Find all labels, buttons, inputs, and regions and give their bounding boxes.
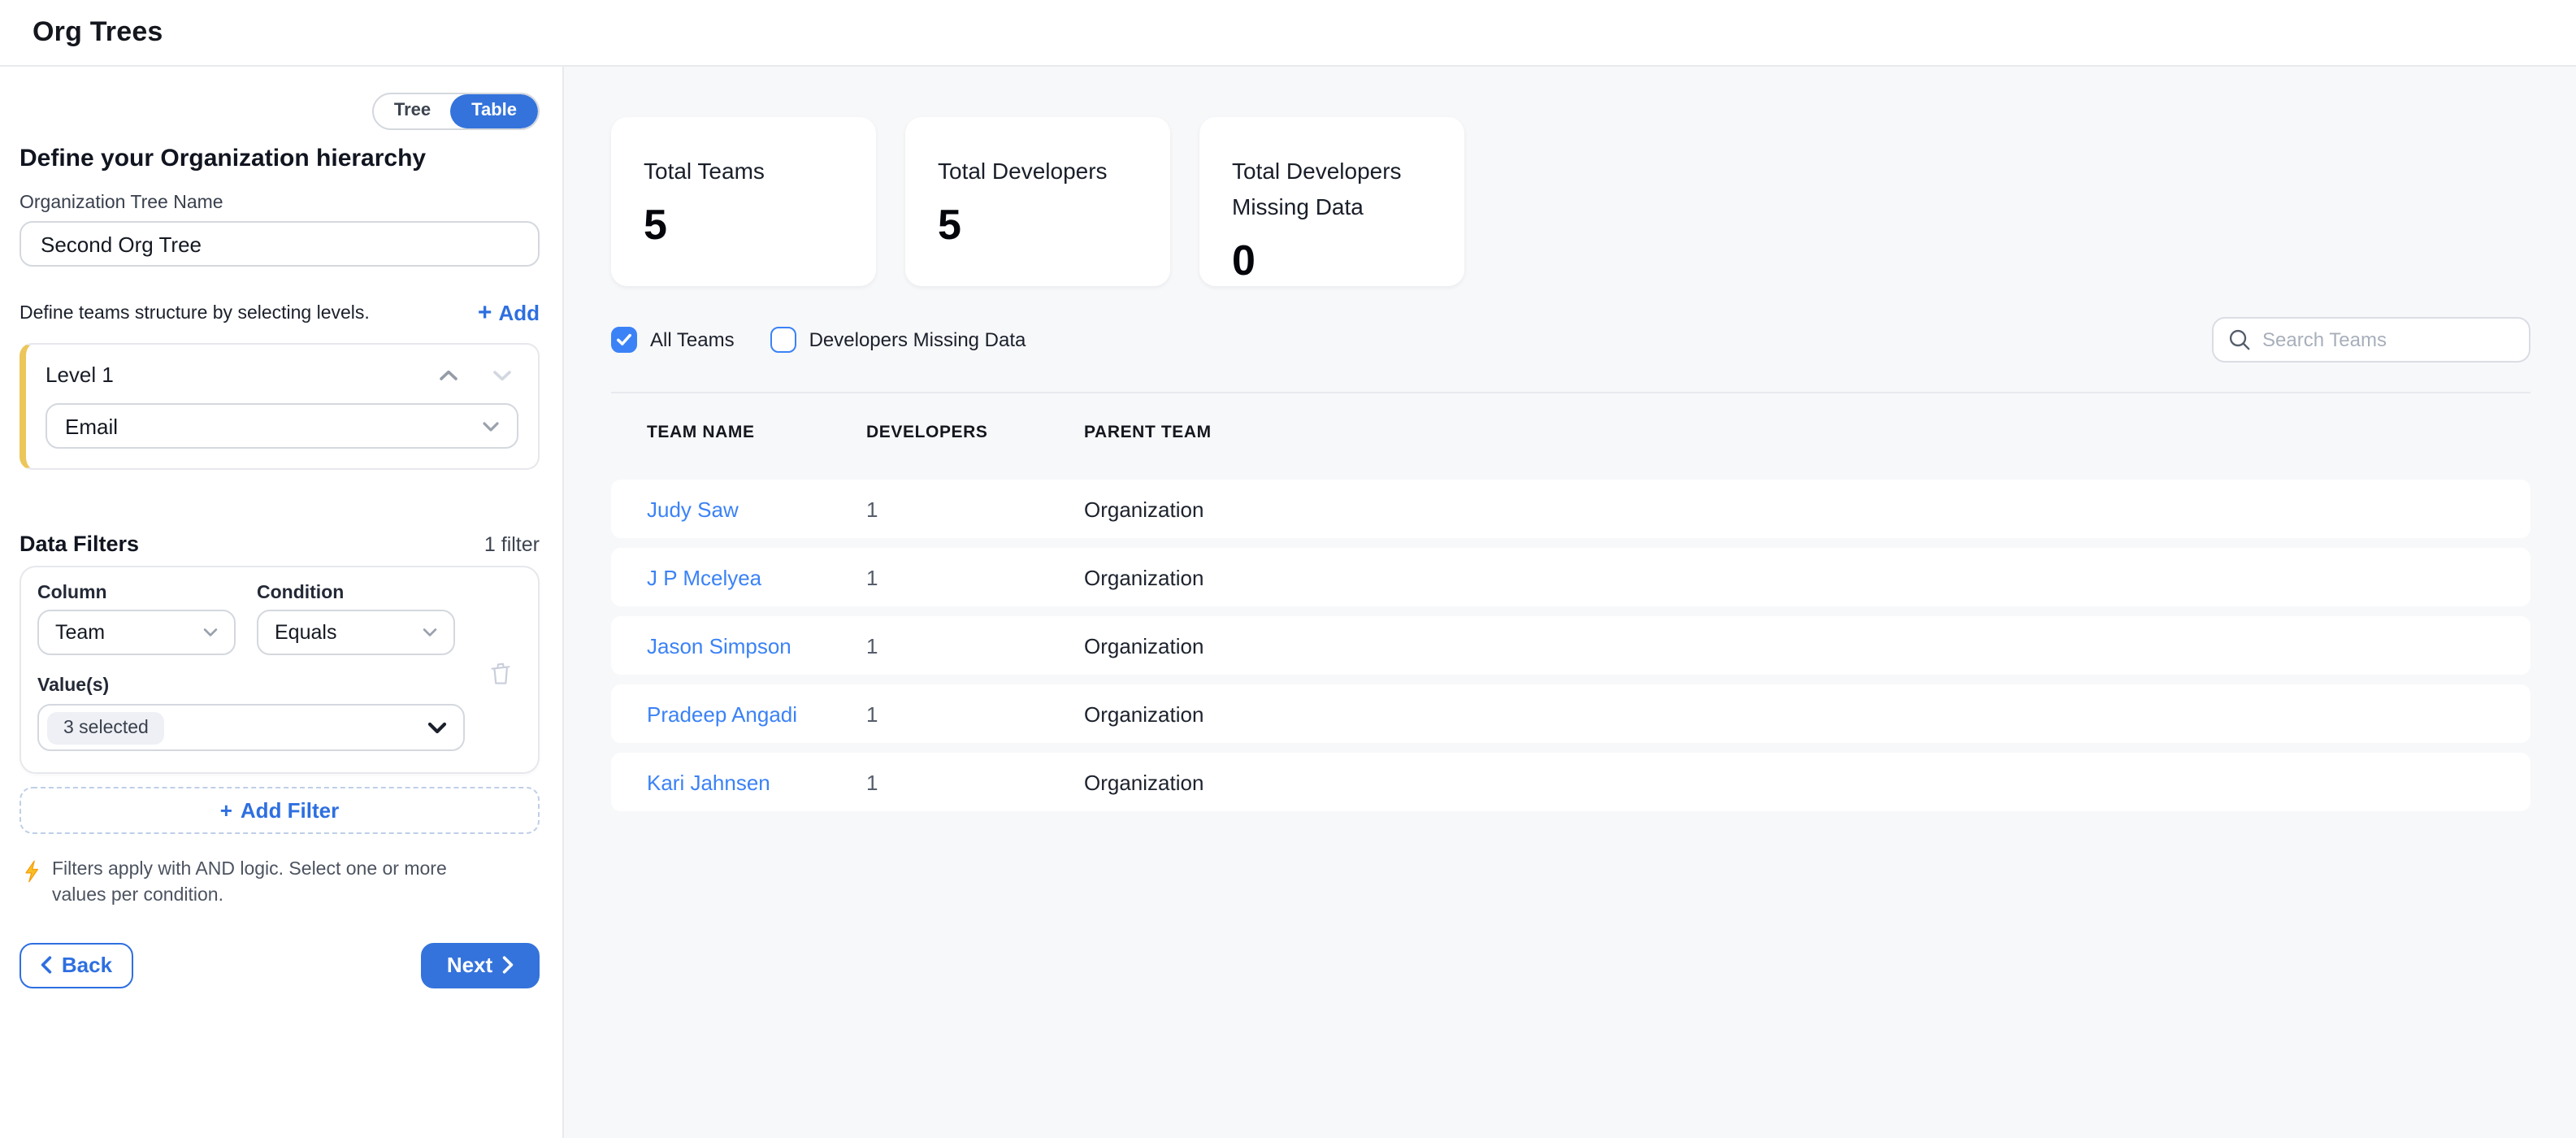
stat-value: 5 xyxy=(938,203,1138,245)
column-label: Column xyxy=(37,584,236,603)
table-row[interactable]: Judy Saw 1 Organization xyxy=(611,480,2530,538)
stat-label: Total Teams xyxy=(644,153,843,189)
stat-value: 0 xyxy=(1232,239,1432,281)
stat-label: Total Developers Missing Data xyxy=(1232,153,1432,224)
all-teams-checkbox[interactable] xyxy=(611,327,637,353)
team-name-link[interactable]: Judy Saw xyxy=(647,497,866,521)
plus-icon: + xyxy=(220,798,232,823)
developers-count: 1 xyxy=(866,497,1084,521)
delete-filter-button[interactable] xyxy=(489,662,512,686)
toggle-tree-option[interactable]: Tree xyxy=(375,94,450,128)
levels-description: Define teams structure by selecting leve… xyxy=(20,303,370,323)
move-level-up-button[interactable] xyxy=(439,368,458,381)
stat-card-total-teams: Total Teams 5 xyxy=(611,117,876,286)
column-header-team-name: TEAM NAME xyxy=(647,423,866,442)
search-teams-input[interactable] xyxy=(2262,328,2514,351)
chevron-down-icon xyxy=(483,420,499,432)
top-header: Org Trees xyxy=(0,0,2576,67)
data-filters-heading: Data Filters xyxy=(20,532,139,556)
view-toggle[interactable]: Tree Table xyxy=(373,93,540,130)
add-filter-button[interactable]: + Add Filter xyxy=(20,787,540,834)
condition-select[interactable]: Equals xyxy=(257,610,455,655)
stat-card-developers-missing-data: Total Developers Missing Data 0 xyxy=(1199,117,1464,286)
search-icon xyxy=(2228,328,2251,351)
hierarchy-heading: Define your Organization hierarchy xyxy=(20,145,540,172)
table-row[interactable]: J P Mcelyea 1 Organization xyxy=(611,548,2530,606)
chevron-down-icon xyxy=(203,628,218,637)
add-level-button[interactable]: + Add xyxy=(478,301,540,325)
stat-value: 5 xyxy=(644,203,843,245)
move-level-down-button[interactable] xyxy=(492,368,512,381)
level-field-select[interactable]: Email xyxy=(46,403,518,449)
main-content: Total Teams 5 Total Developers 5 Total D… xyxy=(564,67,2576,1138)
parent-team: Organization xyxy=(1084,497,2530,521)
sidebar: Tree Table Define your Organization hier… xyxy=(0,67,564,1138)
missing-data-label: Developers Missing Data xyxy=(809,328,1026,351)
tree-name-input[interactable] xyxy=(20,221,540,267)
stat-label: Total Developers xyxy=(938,153,1138,189)
developers-count: 1 xyxy=(866,565,1084,589)
team-name-link[interactable]: J P Mcelyea xyxy=(647,565,866,589)
parent-team: Organization xyxy=(1084,701,2530,726)
filter-count: 1 filter xyxy=(484,533,540,556)
lightning-bolt-icon xyxy=(23,860,41,883)
team-name-link[interactable]: Pradeep Angadi xyxy=(647,701,866,726)
back-button[interactable]: Back xyxy=(20,942,133,988)
search-teams-box[interactable] xyxy=(2212,317,2530,363)
stat-card-total-developers: Total Developers 5 xyxy=(905,117,1170,286)
column-select[interactable]: Team xyxy=(37,610,236,655)
page-title: Org Trees xyxy=(33,16,163,49)
teams-table: TEAM NAME DEVELOPERS PARENT TEAM Judy Sa… xyxy=(611,392,2530,811)
selected-count-chip: 3 selected xyxy=(47,711,165,744)
filters-note: Filters apply with AND logic. Select one… xyxy=(52,858,501,910)
all-teams-label: All Teams xyxy=(650,328,735,351)
chevron-down-icon xyxy=(427,721,447,734)
table-row[interactable]: Jason Simpson 1 Organization xyxy=(611,616,2530,675)
chevron-down-icon xyxy=(423,628,437,637)
table-row[interactable]: Kari Jahnsen 1 Organization xyxy=(611,753,2530,811)
column-header-developers: DEVELOPERS xyxy=(866,423,1084,442)
plus-icon: + xyxy=(478,302,492,324)
values-multiselect[interactable]: 3 selected xyxy=(37,704,465,751)
values-label: Value(s) xyxy=(37,676,522,696)
column-header-parent-team: PARENT TEAM xyxy=(1084,423,2530,442)
missing-data-checkbox[interactable] xyxy=(770,327,796,353)
all-teams-checkbox-group[interactable]: All Teams xyxy=(611,327,735,353)
developers-count: 1 xyxy=(866,633,1084,658)
level-card: Level 1 Email xyxy=(20,343,540,470)
filter-card: Column Team Condition Equals xyxy=(20,566,540,774)
chevron-left-icon xyxy=(41,956,52,974)
org-trees-app: Org Trees Tree Table Define your Organiz… xyxy=(0,0,2576,1138)
tree-name-label: Organization Tree Name xyxy=(20,193,540,213)
condition-label: Condition xyxy=(257,584,455,603)
level-title: Level 1 xyxy=(46,363,114,387)
team-name-link[interactable]: Kari Jahnsen xyxy=(647,770,866,794)
chevron-right-icon xyxy=(502,956,514,974)
developers-count: 1 xyxy=(866,770,1084,794)
team-name-link[interactable]: Jason Simpson xyxy=(647,633,866,658)
developers-count: 1 xyxy=(866,701,1084,726)
next-button[interactable]: Next xyxy=(421,942,540,988)
missing-data-checkbox-group[interactable]: Developers Missing Data xyxy=(770,327,1026,353)
parent-team: Organization xyxy=(1084,770,2530,794)
toggle-table-option[interactable]: Table xyxy=(450,94,538,128)
parent-team: Organization xyxy=(1084,633,2530,658)
table-row[interactable]: Pradeep Angadi 1 Organization xyxy=(611,684,2530,743)
parent-team: Organization xyxy=(1084,565,2530,589)
